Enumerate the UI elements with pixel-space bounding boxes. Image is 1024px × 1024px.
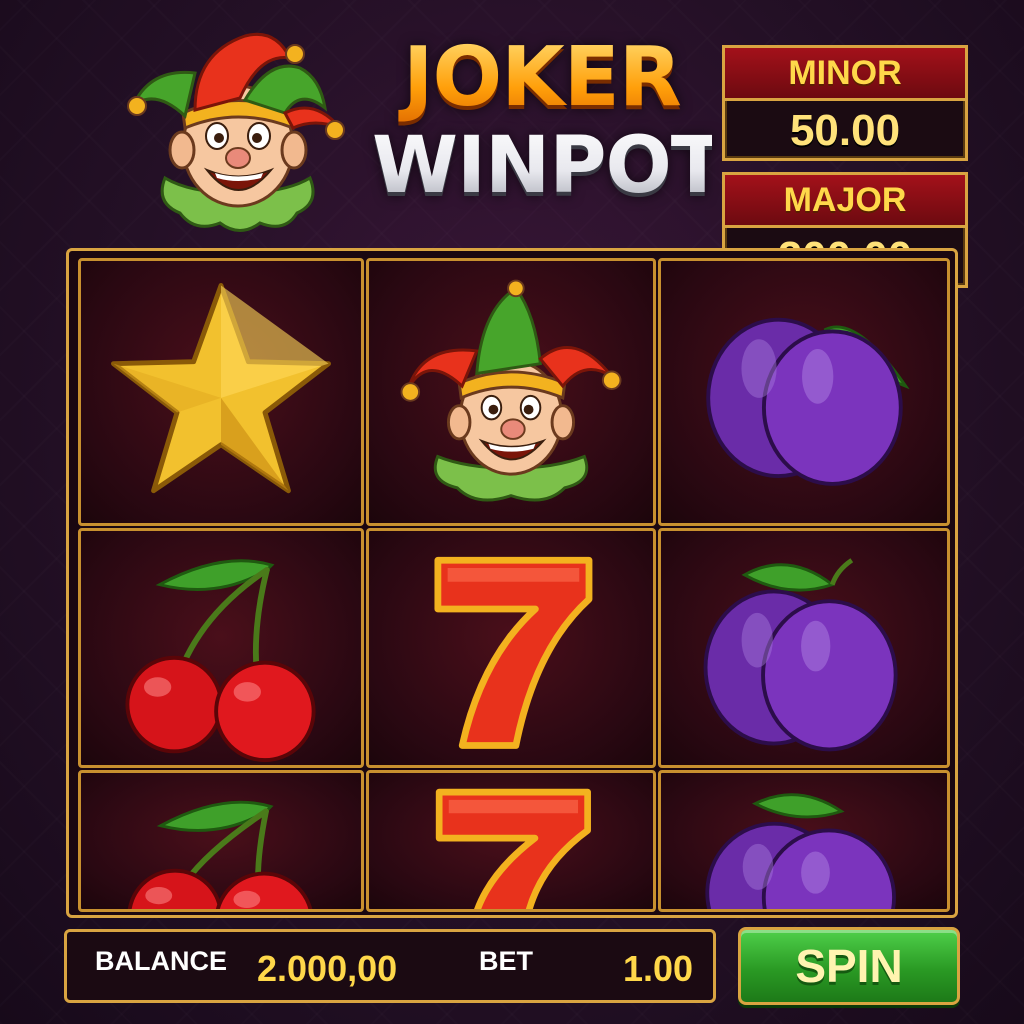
star-icon	[111, 282, 331, 494]
reel-cell-r2c2	[366, 528, 656, 768]
joker-icon	[400, 279, 622, 502]
balance-label: BALANCE	[95, 946, 227, 976]
reel-cell-r2c1	[78, 528, 364, 768]
jackpot-minor: MINOR 50.00	[722, 45, 968, 161]
reel-cell-r1c3	[658, 258, 950, 526]
jackpot-major-label: MAJOR	[725, 175, 965, 228]
plum-icon	[703, 558, 898, 752]
seven-icon	[434, 556, 593, 749]
plum-icon	[705, 793, 896, 909]
game-title-line2: WINPOT	[372, 118, 724, 214]
reel-cell-r1c1	[78, 258, 364, 526]
reel-grid	[66, 248, 958, 918]
balance-value: 2.000,00	[257, 948, 398, 989]
reel-cell-r3c2	[366, 770, 656, 912]
cherry-icon	[125, 559, 316, 763]
reel-cell-r3c1	[78, 770, 364, 912]
joker-logo-icon	[127, 32, 345, 232]
plum-icon	[706, 317, 910, 486]
game-title-line1: JOKER	[372, 28, 712, 128]
reel-cell-r2c3	[658, 528, 950, 768]
reel-cell-r3c3	[658, 770, 950, 912]
spin-button[interactable]: SPIN	[738, 927, 960, 1005]
jackpot-minor-label: MINOR	[725, 48, 965, 101]
bet-label: BET	[479, 946, 533, 976]
seven-icon	[435, 788, 591, 909]
bet-value[interactable]: 1.00	[623, 948, 693, 990]
reel-cell-r1c2	[366, 258, 656, 526]
info-bar: BALANCE 2.000,00 BET 1.00	[64, 929, 716, 1003]
cherry-icon	[127, 800, 313, 909]
jackpot-minor-value: 50.00	[789, 106, 901, 155]
